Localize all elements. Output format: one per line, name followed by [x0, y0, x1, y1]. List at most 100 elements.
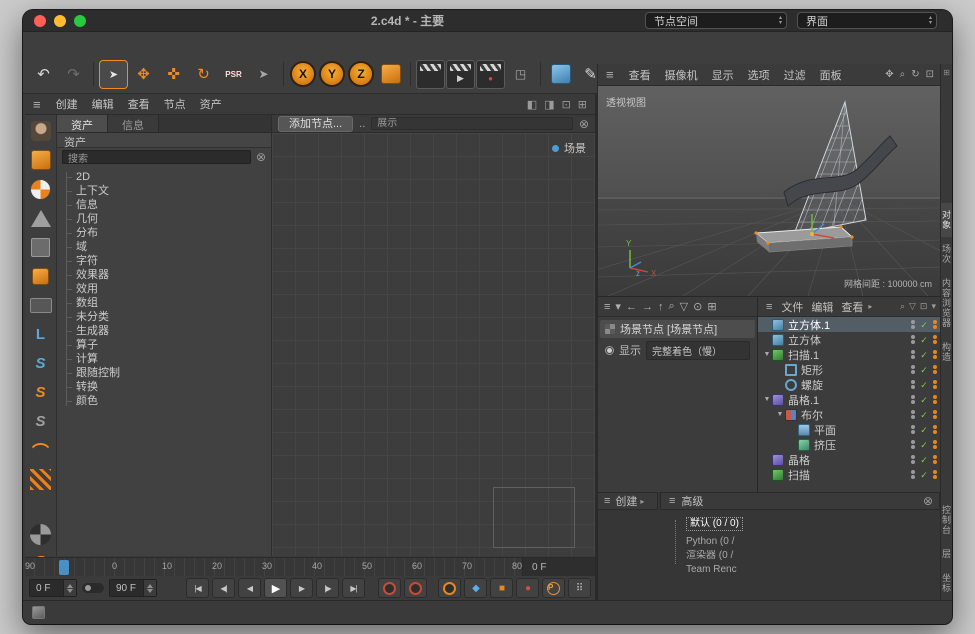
- queue-item-python[interactable]: Python (0 /: [686, 536, 752, 550]
- more-menus-icon[interactable]: ▸: [868, 302, 872, 311]
- end-frame-field[interactable]: 90 F: [109, 579, 157, 597]
- checker-material-icon[interactable]: [28, 521, 54, 547]
- object-label[interactable]: 布尔: [801, 407, 911, 423]
- add-icon[interactable]: ⊞: [707, 300, 716, 313]
- asset-category[interactable]: 效果器: [57, 268, 271, 282]
- menu-item[interactable]: 查看: [837, 299, 867, 315]
- autokey-button[interactable]: [404, 578, 427, 598]
- z-axis-lock-button[interactable]: Z: [348, 61, 374, 87]
- object-label[interactable]: 扫描.1: [788, 347, 911, 363]
- expander-icon[interactable]: ▼: [762, 396, 772, 403]
- rotate-view-icon[interactable]: ↻: [911, 69, 919, 80]
- hamburger-menu-icon[interactable]: ≡: [667, 495, 677, 507]
- coordinate-system-toggle[interactable]: [376, 60, 405, 89]
- object-label[interactable]: 矩形: [801, 362, 911, 378]
- object-label[interactable]: 立方体.1: [788, 317, 911, 333]
- rotate-tool[interactable]: ↻: [189, 60, 218, 89]
- layer-dots[interactable]: [933, 320, 937, 329]
- hamburger-menu-icon[interactable]: ≡: [762, 301, 776, 313]
- scale-key-toggle[interactable]: ■: [490, 578, 513, 598]
- asset-category[interactable]: 算子: [57, 338, 271, 352]
- clear-filter-icon[interactable]: ⊗: [579, 118, 589, 130]
- asset-category[interactable]: 上下文: [57, 184, 271, 198]
- layer-dots[interactable]: [933, 395, 937, 404]
- layer-dots[interactable]: [933, 410, 937, 419]
- layer-dots[interactable]: [933, 440, 937, 449]
- filter-icon[interactable]: ▽: [680, 300, 688, 313]
- add-primitive-button[interactable]: [546, 60, 575, 89]
- dropdown-icon[interactable]: ▾: [615, 300, 621, 313]
- expander-icon[interactable]: ▼: [762, 351, 772, 358]
- interface-select[interactable]: 界面 ▴▾: [797, 12, 937, 29]
- layer-dots[interactable]: [933, 425, 937, 434]
- next-key-button[interactable]: |▶: [316, 578, 339, 598]
- add-panel-icon[interactable]: ⊞: [578, 98, 587, 111]
- object-row-boole[interactable]: ▼ 布尔: [758, 407, 940, 422]
- enabled-check-icon[interactable]: [919, 469, 929, 481]
- enabled-check-icon[interactable]: [919, 364, 929, 376]
- undo-icon[interactable]: ↶: [29, 60, 58, 89]
- queue-item-default[interactable]: 默认 (0 / 0): [686, 517, 743, 531]
- figure-tool-icon[interactable]: [28, 118, 54, 144]
- render-view-button[interactable]: [416, 60, 445, 89]
- asset-category[interactable]: 字符: [57, 254, 271, 268]
- menu-item[interactable]: 编辑: [807, 299, 837, 315]
- dropdown-icon[interactable]: ▾: [931, 301, 936, 312]
- position-key-toggle[interactable]: ◆: [464, 578, 487, 598]
- more-button[interactable]: ..: [359, 118, 365, 130]
- visibility-dots[interactable]: [911, 440, 915, 449]
- zoom-window-button[interactable]: [74, 15, 86, 27]
- y-axis-lock-button[interactable]: Y: [319, 61, 345, 87]
- separator[interactable]: [89, 60, 98, 89]
- object-label[interactable]: 螺旋: [801, 377, 911, 393]
- spline-l-icon[interactable]: L: [28, 321, 54, 347]
- enabled-check-icon[interactable]: [919, 394, 929, 406]
- object-label[interactable]: 扫描: [788, 467, 911, 483]
- record-keyframe-button[interactable]: [378, 578, 401, 598]
- enabled-check-icon[interactable]: [919, 409, 929, 421]
- object-label[interactable]: 晶格: [788, 452, 911, 468]
- lock-icon[interactable]: ⊡: [920, 301, 928, 312]
- viewport-label[interactable]: 透视视图: [606, 94, 646, 109]
- enabled-check-icon[interactable]: [919, 349, 929, 361]
- visibility-dots[interactable]: [911, 425, 915, 434]
- separator[interactable]: [406, 60, 415, 89]
- checker-sphere-icon[interactable]: [28, 176, 54, 202]
- menu-item[interactable]: 编辑: [85, 96, 121, 112]
- asset-category[interactable]: 未分类: [57, 310, 271, 324]
- enabled-check-icon[interactable]: [919, 439, 929, 451]
- menu-item[interactable]: 节点: [157, 96, 193, 112]
- scale-tool[interactable]: ✜: [159, 60, 188, 89]
- stepper-icon[interactable]: [143, 580, 156, 596]
- enabled-check-icon[interactable]: [919, 334, 929, 346]
- up-icon[interactable]: ↑: [658, 301, 664, 313]
- interactive-render-region-button[interactable]: ◳: [506, 60, 535, 89]
- more-menus-icon[interactable]: ▸: [640, 497, 644, 506]
- node-space-select[interactable]: 节点空间 ▴▾: [645, 12, 787, 29]
- tab-layers[interactable]: 层: [940, 542, 952, 566]
- snap-cursor-tool[interactable]: ➤: [249, 60, 278, 89]
- object-row-extrude[interactable]: 挤压: [758, 437, 940, 452]
- scene-context-badge[interactable]: 场景: [552, 140, 586, 156]
- x-axis-lock-button[interactable]: X: [290, 61, 316, 87]
- layer-dots[interactable]: [933, 335, 937, 344]
- asset-category[interactable]: 几何: [57, 212, 271, 226]
- play-button[interactable]: ▶: [264, 578, 287, 598]
- goto-end-button[interactable]: ▶|: [342, 578, 365, 598]
- layer-dots[interactable]: [933, 365, 937, 374]
- object-row-sweep1[interactable]: ▼ 扫描.1: [758, 347, 940, 362]
- menu-icon[interactable]: ≡: [604, 301, 610, 313]
- hatch-material-icon[interactable]: [28, 466, 54, 492]
- tab-content-browser[interactable]: 内容浏览器: [940, 271, 952, 335]
- viewport-3d[interactable]: Y X z 透视视图 网格间距 : 100000 cm: [597, 86, 940, 296]
- node-filter-field[interactable]: 展示: [371, 117, 573, 130]
- spline-s-blue-icon[interactable]: S: [28, 350, 54, 376]
- asset-tab[interactable]: 信息: [108, 115, 159, 132]
- queue-item-renderer[interactable]: 渲染器 (0 /: [686, 550, 752, 564]
- lock-layout-icon[interactable]: ⊡: [562, 98, 571, 111]
- search-icon[interactable]: ⌕: [900, 301, 905, 312]
- viewport-menu-item[interactable]: 过滤: [777, 67, 813, 83]
- menu-item[interactable]: 文件: [777, 299, 807, 315]
- scene-node-item[interactable]: 场景节点 [场景节点]: [600, 320, 755, 338]
- visibility-dots[interactable]: [911, 380, 915, 389]
